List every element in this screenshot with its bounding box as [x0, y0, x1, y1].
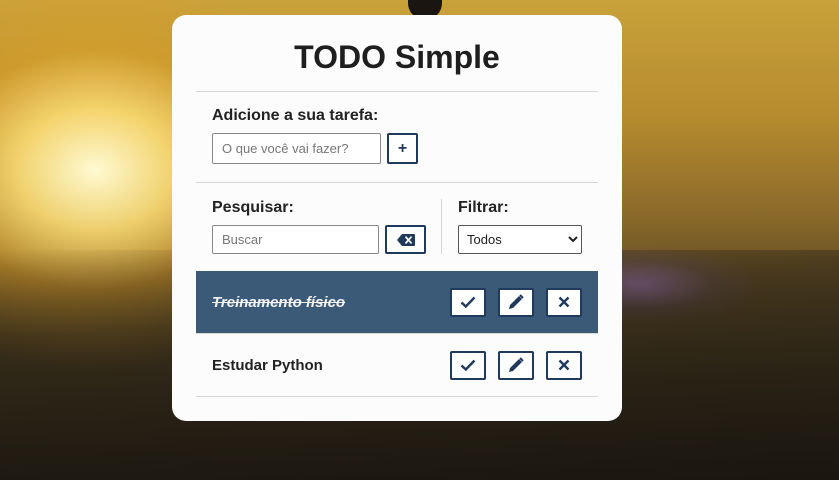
- search-label: Pesquisar:: [212, 199, 294, 216]
- todo-text: Treinamento físico: [212, 293, 346, 311]
- filter-label: Filtrar:: [458, 199, 509, 216]
- add-todo-button[interactable]: +: [387, 133, 418, 164]
- edit-todo-button[interactable]: [498, 350, 534, 380]
- pencil-icon: [508, 357, 524, 373]
- backspace-icon: [396, 233, 415, 246]
- todo-item: Estudar Python: [196, 334, 598, 397]
- filter-select[interactable]: Todos: [458, 225, 582, 254]
- pencil-icon: [508, 294, 524, 310]
- todo-text: Estudar Python: [212, 356, 323, 374]
- erase-search-button[interactable]: [385, 225, 426, 254]
- finish-todo-button[interactable]: [450, 350, 486, 380]
- close-icon: [558, 359, 570, 371]
- close-icon: [558, 296, 570, 308]
- todo-list: Treinamento físico Estudar Python: [196, 271, 598, 397]
- page-title: TODO Simple: [196, 15, 598, 92]
- toolbar: Pesquisar: Filtrar: Todos: [196, 183, 598, 271]
- todo-item: Treinamento físico: [196, 271, 598, 334]
- filter-group: Filtrar: Todos: [442, 199, 582, 270]
- finish-todo-button[interactable]: [450, 287, 486, 317]
- remove-todo-button[interactable]: [546, 287, 582, 317]
- search-input[interactable]: [212, 225, 379, 254]
- check-icon: [460, 359, 476, 371]
- edit-todo-button[interactable]: [498, 287, 534, 317]
- todo-card: TODO Simple Adicione a sua tarefa: + Pes…: [172, 15, 622, 421]
- remove-todo-button[interactable]: [546, 350, 582, 380]
- todo-input[interactable]: [212, 133, 381, 164]
- check-icon: [460, 296, 476, 308]
- add-todo-form: Adicione a sua tarefa: +: [196, 92, 598, 183]
- search-group: Pesquisar:: [212, 199, 442, 254]
- add-todo-label: Adicione a sua tarefa:: [212, 107, 379, 124]
